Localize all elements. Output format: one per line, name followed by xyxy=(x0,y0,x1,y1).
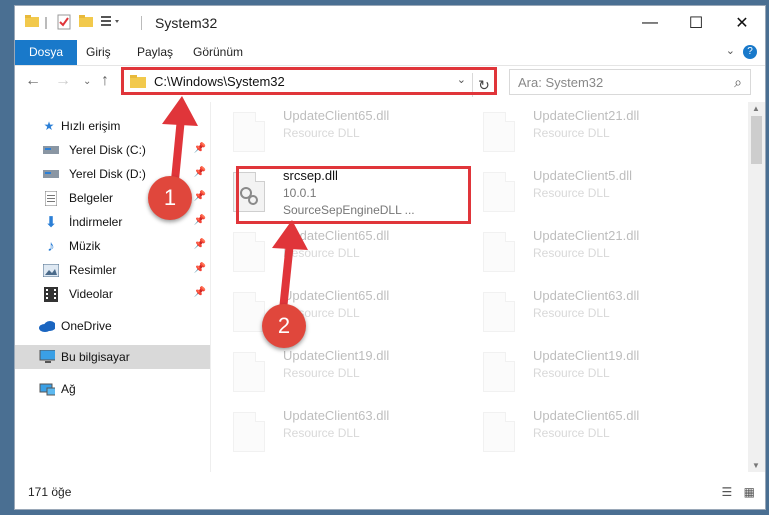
step-badge-2: 2 xyxy=(262,304,306,348)
arrow-2-head xyxy=(272,220,308,250)
annotation-arrows xyxy=(162,96,308,311)
step-badge-1: 1 xyxy=(148,176,192,220)
arrow-1-head xyxy=(162,96,198,126)
